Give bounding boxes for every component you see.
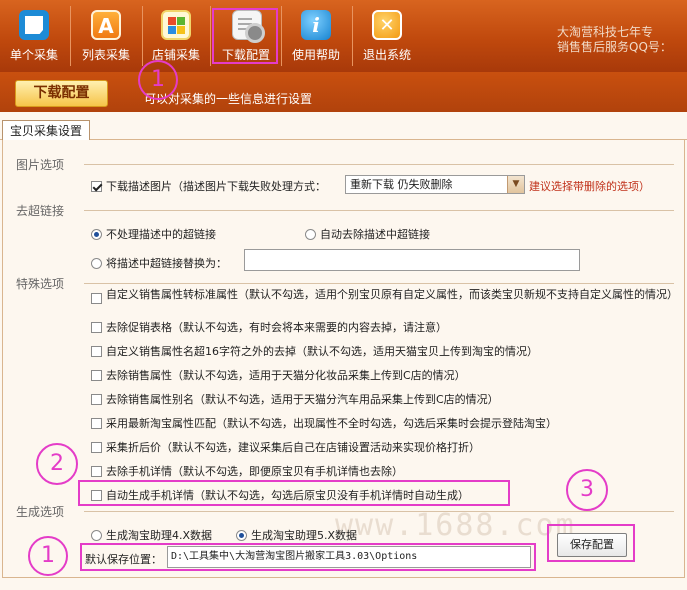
q-logo-icon [19, 10, 49, 40]
assist5-label: 生成淘宝助理5.X数据 [251, 529, 358, 542]
sub-header: 下载配置 可以对采集的一些信息进行设置 [0, 72, 687, 112]
exit-button[interactable]: 退出系统 [355, 0, 419, 70]
download-images-option[interactable]: 下载描述图片（描述图片下载失败处理方式： [91, 178, 326, 194]
radio-replace-option[interactable]: 将描述中超链接替换为： [91, 255, 227, 271]
option-checkbox[interactable] [91, 441, 102, 453]
toolbar-divider [70, 6, 71, 66]
option-label: 去除销售属性别名（默认不勾选，适用于天猫分汽车用品采集上传到C店的情况） [106, 393, 499, 406]
watermark: www.1688.com [335, 508, 576, 543]
option-checkbox[interactable] [91, 321, 102, 333]
no-process-radio[interactable] [91, 228, 102, 240]
main-toolbar: 单个采集 列表采集 店铺采集 下载配置 使用帮助 退出系统 大淘营科技七年专 销… [0, 0, 687, 72]
list-collect-label: 列表采集 [81, 48, 130, 62]
company-line-2: 销售售后服务QQ号： [557, 40, 672, 54]
single-collect-button[interactable]: 单个采集 [2, 0, 66, 70]
company-line-1: 大淘营科技七年专 [557, 25, 654, 39]
annotation-circle-1b: 1 [28, 536, 68, 576]
toolbar-divider [142, 6, 143, 66]
radio-assist4-option[interactable]: 生成淘宝助理4.X数据 [91, 527, 212, 543]
replace-label: 将描述中超链接替换为： [106, 257, 227, 270]
single-collect-label: 单个采集 [9, 48, 58, 62]
option-checkbox[interactable] [91, 369, 102, 381]
assist5-radio[interactable] [236, 529, 247, 541]
annotation-circle-2: 2 [36, 443, 78, 485]
windows-icon [161, 10, 191, 40]
option-trim-long-attr[interactable]: 自定义销售属性名超16字符之外的去掉（默认不勾选，适用天猫宝贝上传到淘宝的情况） [91, 343, 538, 359]
no-process-label: 不处理描述中的超链接 [106, 228, 216, 241]
tab-product-settings[interactable]: 宝贝采集设置 [2, 120, 90, 141]
divider [84, 210, 674, 211]
radio-auto-remove-option[interactable]: 自动去除描述中超链接 [305, 226, 430, 242]
chevron-down-icon[interactable]: ▼ [507, 176, 524, 193]
a-logo-icon [91, 10, 121, 40]
radio-assist5-option[interactable]: 生成淘宝助理5.X数据 [236, 527, 357, 543]
assist4-radio[interactable] [91, 529, 102, 541]
option-latest-attr-match[interactable]: 采用最新淘宝属性匹配（默认不勾选，出现属性不全时勾选，勾选后采集时会提示登陆淘宝… [91, 415, 557, 431]
page-title-tab[interactable]: 下载配置 [15, 80, 108, 107]
option-checkbox[interactable] [91, 465, 102, 477]
divider [84, 164, 674, 165]
help-label: 使用帮助 [291, 48, 340, 62]
option-custom-to-standard[interactable]: 自定义销售属性转标准属性（默认不勾选，适用个别宝贝原有自定义属性，而该类宝贝新规… [91, 289, 681, 304]
option-checkbox[interactable] [91, 417, 102, 429]
option-remove-mobile-detail[interactable]: 去除手机详情（默认不勾选，即便原宝贝有手机详情也去除） [91, 463, 403, 479]
annotation-circle-1: 1 [138, 60, 178, 100]
company-info: 大淘营科技七年专 销售售后服务QQ号： [557, 25, 687, 55]
exit-icon [372, 10, 402, 40]
option-label: 采用最新淘宝属性匹配（默认不勾选，出现属性不全时勾选，勾选后采集时会提示登陆淘宝… [106, 417, 557, 430]
highlight-auto-mobile-detail [78, 480, 510, 506]
section-title-image: 图片选项 [16, 158, 65, 172]
info-icon [301, 10, 331, 40]
option-label: 自定义销售属性转标准属性（默认不勾选，适用个别宝贝原有自定义属性，而该类宝贝新规… [106, 288, 678, 301]
option-remove-promo-table[interactable]: 去除促销表格（默认不勾选，有时会将本来需要的内容去掉，请注意） [91, 319, 447, 335]
download-images-checkbox[interactable] [91, 180, 102, 192]
option-label: 去除销售属性（默认不勾选，适用于天猫分化妆品采集上传到C店的情况） [106, 369, 466, 382]
section-title-special: 特殊选项 [16, 277, 65, 291]
toolbar-divider [210, 6, 211, 66]
divider [84, 283, 674, 284]
option-checkbox[interactable] [91, 393, 102, 405]
replace-link-input[interactable] [244, 249, 580, 271]
auto-remove-label: 自动去除描述中超链接 [320, 228, 430, 241]
section-title-hyperlinks: 去超链接 [16, 204, 65, 218]
option-discount-price[interactable]: 采集折后价（默认不勾选，建议采集后自己在店铺设置活动来实现价格打折） [91, 439, 480, 455]
option-label: 去除促销表格（默认不勾选，有时会将本来需要的内容去掉，请注意） [106, 321, 447, 334]
failure-handling-select[interactable]: 重新下载 仍失败删除 ▼ [345, 175, 525, 194]
option-label: 自定义销售属性名超16字符之外的去掉（默认不勾选，适用天猫宝贝上传到淘宝的情况） [106, 345, 538, 358]
recommend-link: 建议选择带删除的选项） [529, 180, 650, 193]
highlight-save-path [80, 543, 536, 571]
toolbar-divider [352, 6, 353, 66]
highlight-download-config [212, 8, 278, 64]
exit-label: 退出系统 [362, 48, 411, 62]
radio-no-process-option[interactable]: 不处理描述中的超链接 [91, 226, 216, 242]
replace-radio[interactable] [91, 257, 102, 269]
section-title-generate: 生成选项 [16, 505, 65, 519]
option-label: 去除手机详情（默认不勾选，即便原宝贝有手机详情也去除） [106, 465, 403, 478]
option-remove-sales-attr[interactable]: 去除销售属性（默认不勾选，适用于天猫分化妆品采集上传到C店的情况） [91, 367, 466, 383]
failure-select-value: 重新下载 仍失败删除 [350, 178, 453, 191]
option-label: 采集折后价（默认不勾选，建议采集后自己在店铺设置活动来实现价格打折） [106, 441, 480, 454]
panel-tab-strip [0, 112, 687, 140]
help-button[interactable]: 使用帮助 [284, 0, 348, 70]
assist4-label: 生成淘宝助理4.X数据 [106, 529, 213, 542]
auto-remove-radio[interactable] [305, 228, 316, 240]
option-checkbox[interactable] [91, 345, 102, 357]
option-remove-attr-alias[interactable]: 去除销售属性别名（默认不勾选，适用于天猫分汽车用品采集上传到C店的情况） [91, 391, 499, 407]
list-collect-button[interactable]: 列表采集 [74, 0, 138, 70]
toolbar-divider [281, 6, 282, 66]
annotation-circle-3: 3 [566, 469, 608, 511]
highlight-save-button [547, 524, 635, 562]
download-images-label: 下载描述图片（描述图片下载失败处理方式： [106, 180, 326, 193]
option-checkbox[interactable] [91, 293, 102, 304]
